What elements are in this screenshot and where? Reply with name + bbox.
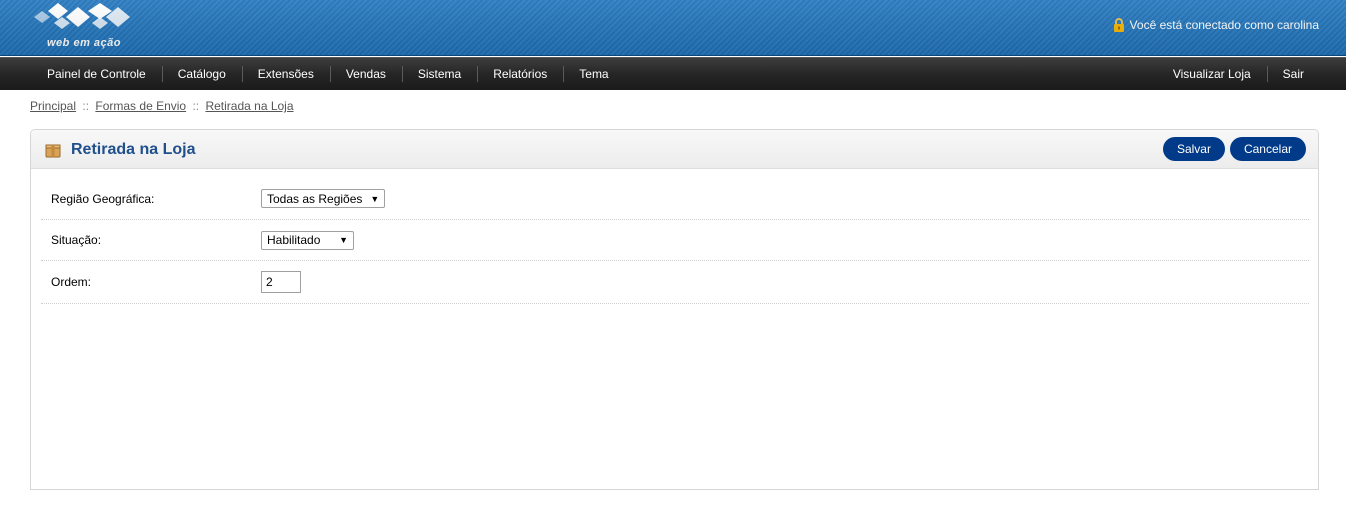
status-selected-value: Habilitado	[267, 233, 321, 247]
menu-item-sales[interactable]: Vendas	[329, 58, 402, 90]
breadcrumb-shipping[interactable]: Formas de Envio	[95, 99, 186, 113]
geo-zone-label: Região Geográfica:	[51, 191, 155, 206]
breadcrumb-separator: ::	[192, 99, 200, 113]
header: web em ação Você está conectado como car…	[0, 0, 1346, 56]
page-title: Retirada na Loja	[71, 141, 196, 158]
menu-item-theme[interactable]: Tema	[563, 58, 624, 90]
status-select[interactable]: Habilitado ▼	[261, 230, 354, 250]
sort-order-label: Ordem:	[51, 275, 92, 289]
user-info: Você está conectado como carolina	[1113, 18, 1319, 32]
status-label: Situação:	[51, 233, 102, 247]
content-box: Retirada na Loja Salvar Cancelar Região …	[30, 129, 1319, 490]
breadcrumb-home[interactable]: Principal	[30, 99, 76, 113]
save-button[interactable]: Salvar	[1162, 137, 1225, 161]
breadcrumb-pickup[interactable]: Retirada na Loja	[205, 99, 293, 113]
dropdown-arrow-icon: ▼	[339, 235, 348, 245]
user-status-text: Você está conectado como carolina	[1129, 18, 1319, 32]
breadcrumb: Principal :: Formas de Envio :: Retirada…	[30, 99, 294, 113]
geo-zone-select[interactable]: Todas as Regiões ▼	[261, 189, 386, 208]
form-row-geo-zone: Região Geográfica: Todas as Regiões ▼	[41, 178, 1309, 220]
form-row-status: Situação: Habilitado ▼	[41, 220, 1309, 261]
breadcrumb-separator: ::	[82, 99, 90, 113]
main-menu: Painel de Controle Catálogo Extensões Ve…	[0, 57, 1346, 90]
menu-item-dashboard[interactable]: Painel de Controle	[31, 58, 162, 90]
menu-item-system[interactable]: Sistema	[401, 58, 477, 90]
menu-item-catalog[interactable]: Catálogo	[161, 58, 242, 90]
lock-icon	[1113, 18, 1124, 32]
menu-item-extensions[interactable]: Extensões	[241, 58, 330, 90]
cancel-button[interactable]: Cancelar	[1229, 137, 1306, 161]
sort-order-input[interactable]	[261, 271, 301, 293]
menu-item-reports[interactable]: Relatórios	[477, 58, 563, 90]
dropdown-arrow-icon: ▼	[370, 193, 380, 204]
box-heading: Retirada na Loja Salvar Cancelar	[31, 130, 1318, 169]
menu-item-view-store[interactable]: Visualizar Loja	[1157, 58, 1267, 90]
settings-form: Região Geográfica: Todas as Regiões ▼ Si…	[41, 178, 1309, 304]
form-row-sort-order: Ordem:	[41, 261, 1309, 304]
logo-text: web em ação	[47, 37, 121, 49]
menu-item-logout[interactable]: Sair	[1266, 58, 1320, 90]
package-icon	[45, 144, 61, 158]
geo-zone-selected-value: Todas as Regiões	[267, 191, 363, 206]
